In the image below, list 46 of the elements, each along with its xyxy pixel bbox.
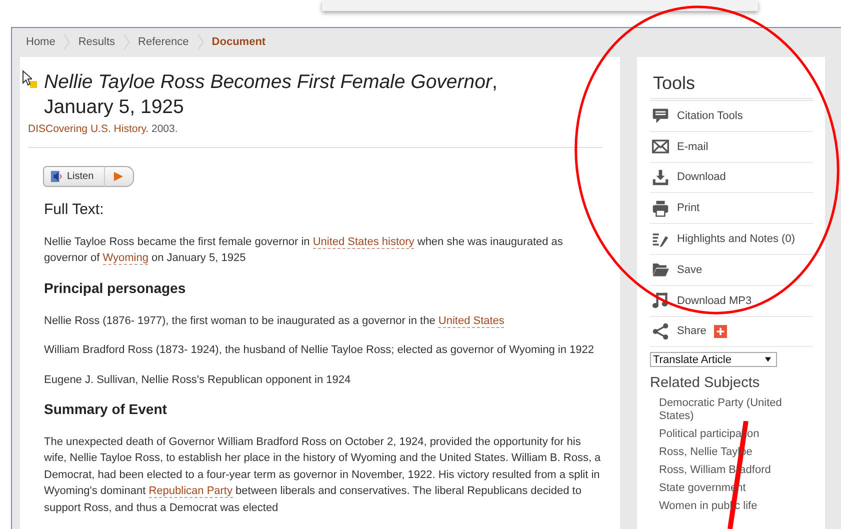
tool-link[interactable]: Save <box>677 264 702 276</box>
text-link[interactable]: United States <box>438 314 504 328</box>
tool-link[interactable]: Citation Tools <box>677 110 743 122</box>
dropdown-arrow-icon <box>765 357 771 362</box>
tool-link[interactable]: Print <box>677 202 700 214</box>
play-icon <box>113 170 124 182</box>
speaker-icon <box>50 170 63 183</box>
source-citation: DISCovering U.S. History. 2003. <box>28 122 179 135</box>
tool-link[interactable]: Download <box>677 171 726 184</box>
tool-link[interactable]: Download MP3 <box>677 294 752 307</box>
text-link[interactable]: Republican Party <box>148 485 232 498</box>
section-heading: Principal personages <box>44 280 187 296</box>
body-paragraph: The unexpected death of Governor William Bradford Ross on October 2, 1924, provided the opportunity for his wife, Nellie Tayloe Ross, to establish her place in the history of Wyoming and the United States. William B. Ross, a Democrat, had been elected to a four-year term as governor in November, 1922. His victory resulted from a split in Wyoming's dominant Republican Party between liberals and conservatives. The liberal Republicans decided to support Ross, and thus a Democrat was elected <box>44 434 602 516</box>
source-link[interactable]: DISCovering U.S. History <box>28 122 146 135</box>
square-icon <box>30 80 37 88</box>
breadcrumb-link[interactable]: Document <box>212 36 266 48</box>
download-icon <box>652 168 669 186</box>
breadcrumb-link[interactable]: Reference <box>138 36 189 48</box>
printer-icon <box>652 200 669 217</box>
add-share-button[interactable] <box>714 324 728 338</box>
pencil-note-icon <box>652 230 669 248</box>
body-paragraph: Nellie Tayloe Ross became the first female governor in United States history when she was inaugurated as governor of Wyoming on January 5, 1925 <box>44 234 564 267</box>
tool-link[interactable]: Highlights and Notes (0) <box>677 233 796 246</box>
body-paragraph: Nellie Ross (1876- 1977), the first woman to be inaugurated as a governor in the United States <box>44 314 506 330</box>
envelope-icon <box>652 138 669 156</box>
body-paragraph: Eugene J. Sullivan, Nellie Ross's Republican opponent in 1924 <box>44 372 352 388</box>
breadcrumb-link[interactable]: Results <box>78 36 116 48</box>
related-subjects-heading: Related Subjects <box>650 375 761 392</box>
text-link[interactable]: United States history <box>312 236 414 249</box>
folder-icon <box>652 261 669 278</box>
section-heading: Summary of Event <box>44 400 168 417</box>
speech-bubble-icon <box>652 107 669 124</box>
listen-button[interactable]: Listen <box>43 166 104 187</box>
translate-dropdown[interactable]: Translate Article <box>650 352 777 368</box>
related-subject-link[interactable]: Democratic Party (United States) <box>659 397 813 424</box>
body-paragraph: William Bradford Ross (1873- 1924), the husband of Nellie Tayloe Ross; elected as governor of Wyoming in 1922 <box>44 343 595 358</box>
section-subheading: Full Text: <box>44 200 105 218</box>
tool-link[interactable]: E-mail <box>677 140 708 153</box>
tool-link[interactable]: Share <box>677 325 706 338</box>
breadcrumb-link[interactable]: Home <box>26 36 56 48</box>
text-link[interactable]: Wyoming <box>102 252 148 266</box>
article-title: Nellie Tayloe Ross Becomes First Female Governor, January 5, 1925 <box>44 70 498 120</box>
play-button[interactable] <box>104 166 134 187</box>
share-icon <box>652 322 669 340</box>
tools-heading: Tools <box>650 70 813 101</box>
music-note-icon <box>652 292 669 310</box>
